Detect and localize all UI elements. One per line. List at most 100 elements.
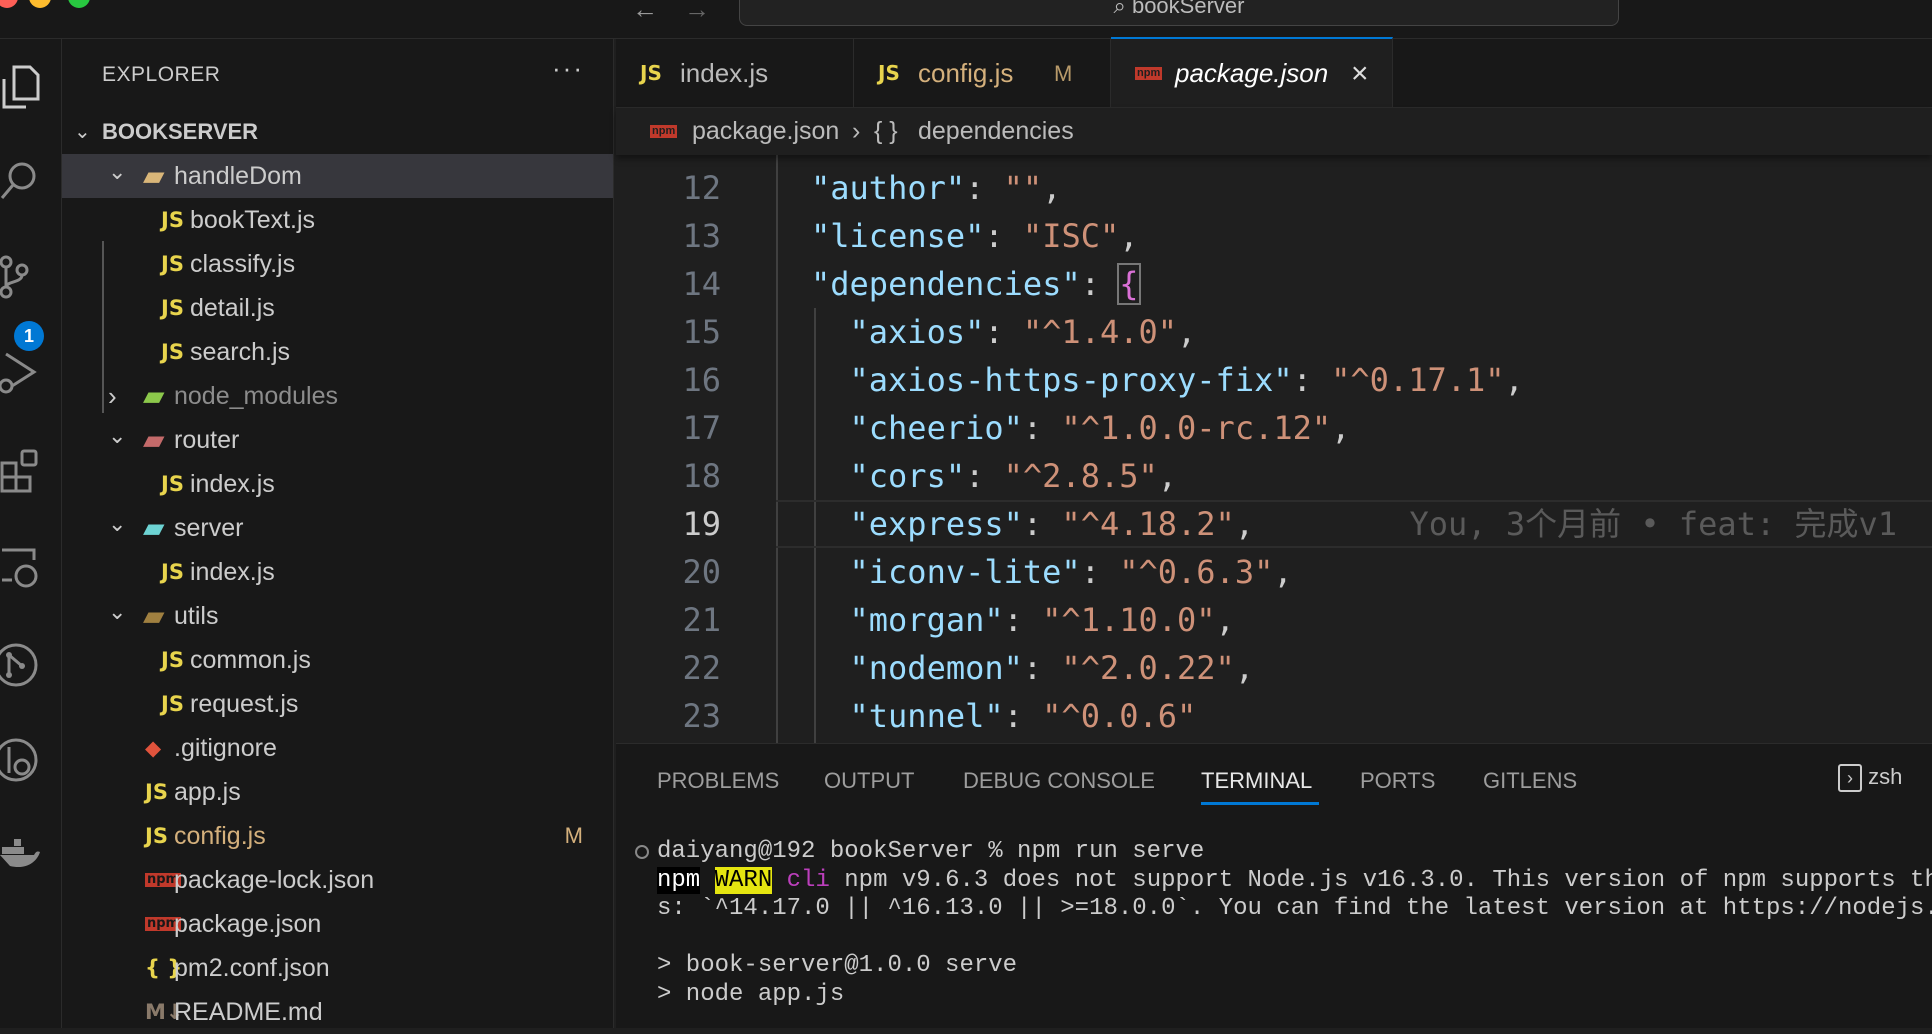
chevron-down-icon[interactable]: ⌄ (108, 502, 126, 546)
panel-tab-terminal[interactable]: TERMINAL (1201, 768, 1312, 794)
terminal-warn-line: npm WARN cli npm v9.6.3 does not support… (657, 867, 1932, 895)
tree-item[interactable]: JS detail.js (62, 286, 613, 330)
search-icon[interactable] (0, 156, 44, 206)
chevron-down-icon[interactable]: ⌄ (108, 414, 126, 458)
tree-item[interactable]: M↓ README.md (62, 990, 613, 1034)
tree-item[interactable]: { } pm2.conf.json (62, 946, 613, 990)
run-debug-icon[interactable] (0, 348, 44, 398)
activity-bar: 1 (0, 39, 62, 1028)
json-value: "^1.4.0" (1022, 313, 1178, 351)
file-name: bookText.js (190, 206, 316, 234)
editor-tabs: JS index.js JS config.js M npm package.j… (616, 37, 1932, 108)
breadcrumb-symbol[interactable]: dependencies (918, 108, 1074, 155)
file-name: detail.js (190, 294, 275, 322)
chevron-right-icon[interactable]: › (108, 374, 117, 418)
js-file-icon: JS (161, 472, 184, 496)
comma: , (1331, 409, 1351, 447)
tree-item[interactable]: JS index.js (62, 462, 613, 506)
explorer-title: EXPLORER (102, 63, 221, 86)
git-blame-annotation: You, 3个月前 • feat: 完成v1 (1409, 505, 1898, 543)
tree-item[interactable]: JS app.js (62, 770, 613, 814)
tree-item[interactable]: JS request.js (62, 682, 613, 726)
js-file-icon: JS (878, 61, 900, 85)
arrow-right-icon[interactable]: → (684, 0, 710, 25)
json-key: "tunnel" (849, 697, 1004, 735)
chevron-down-icon[interactable]: ⌄ (108, 590, 126, 634)
panel-tab-gitlens[interactable]: GITLENS (1483, 768, 1577, 794)
tree-item[interactable]: JS common.js (62, 638, 613, 682)
tree-item[interactable]: ⌄ ▰ router (62, 418, 613, 462)
modified-badge: M (1054, 61, 1073, 86)
npm-file-icon: npm (650, 125, 678, 138)
npm-tag: npm (657, 867, 701, 894)
json-value: "^0.0.6" (1042, 697, 1197, 735)
line-number: 14 (682, 265, 721, 303)
chevron-down-icon[interactable]: ⌄ (74, 119, 91, 144)
tree-item[interactable]: ◆ .gitignore (62, 726, 613, 770)
colon: : (1022, 505, 1062, 543)
title-bar: ← → ⌕ bookServer (0, 0, 1932, 39)
close-tab-icon[interactable]: × (1351, 39, 1369, 108)
tree-item[interactable]: ⌄ ▰ server (62, 506, 613, 550)
open-brace: { (1117, 263, 1141, 305)
panel-tab-ports[interactable]: PORTS (1360, 768, 1435, 794)
warn-tag: WARN (714, 867, 773, 894)
file-name: pm2.conf.json (174, 954, 330, 982)
tab-config-js[interactable]: JS config.js M (854, 39, 1111, 108)
code-line: 20 "iconv-lite": "^0.6.3", (616, 548, 1932, 596)
tree-item[interactable]: ⌄ ▰ utils (62, 594, 613, 638)
source-control-icon[interactable] (0, 252, 44, 302)
terminal-icon: › (1838, 764, 1862, 792)
tab-package-json[interactable]: npm package.json × (1111, 37, 1393, 107)
code-text: "license": "ISC", (811, 212, 1139, 260)
colon: : (1080, 553, 1120, 591)
close-window-button[interactable] (0, 0, 18, 8)
breadcrumb-file[interactable]: package.json (692, 108, 839, 155)
files-icon[interactable] (0, 61, 44, 111)
tree-item[interactable]: npm package-lock.json (62, 858, 613, 902)
code-text: "dependencies": { (811, 260, 1141, 308)
git-graph-icon[interactable] (0, 640, 44, 690)
tree-item[interactable]: ⌄ ▰ handleDom (62, 154, 613, 198)
comma: , (1273, 553, 1293, 591)
json-key: "axios-https-proxy-fix" (849, 361, 1293, 399)
tree-item[interactable]: JS search.js (62, 330, 613, 374)
docker-icon[interactable] (0, 829, 44, 879)
js-file-icon: JS (161, 340, 184, 364)
code-line: 21 "morgan": "^1.10.0", (616, 596, 1932, 644)
tab-label: index.js (680, 58, 769, 88)
tree-item[interactable]: JS bookText.js (62, 198, 613, 242)
maximize-window-button[interactable] (68, 0, 90, 8)
command-center-search[interactable]: ⌕ bookServer (739, 0, 1619, 26)
code-editor[interactable]: 12 "author": "", 13 "license": "ISC", 14 "dep… (616, 155, 1932, 743)
terminal-shell-selector[interactable]: › zsh (1838, 764, 1902, 792)
tree-item[interactable]: JS config.js M (62, 814, 613, 858)
colon: : (1022, 409, 1062, 447)
workspace-root[interactable]: BOOKSERVER (102, 119, 258, 145)
node-folder-icon: ▰ (143, 379, 165, 412)
chevron-down-icon[interactable]: ⌄ (108, 150, 126, 194)
arrow-left-icon[interactable]: ← (632, 0, 658, 25)
line-number: 21 (682, 601, 721, 639)
panel-tab-problems[interactable]: PROBLEMS (657, 768, 779, 794)
tree-item[interactable]: JS classify.js (62, 242, 613, 286)
gitlens-icon[interactable] (0, 735, 44, 785)
more-actions-button[interactable]: ··· (552, 53, 584, 84)
tree-item[interactable]: › ▰ node_modules (62, 374, 613, 418)
tab-index-js[interactable]: JS index.js (616, 39, 854, 108)
file-name: package-lock.json (174, 866, 375, 894)
remote-explorer-icon[interactable] (0, 544, 44, 594)
search-icon: ⌕ (1113, 0, 1132, 18)
code-line: 19 "express": "^4.18.2", You, 3个月前 • feat:… (616, 500, 1932, 548)
panel-tab-output[interactable]: OUTPUT (824, 768, 914, 794)
extensions-icon[interactable] (0, 445, 44, 495)
tree-item[interactable]: JS index.js (62, 550, 613, 594)
scm-badge: 1 (14, 321, 44, 351)
panel-tab-debug-console[interactable]: DEBUG CONSOLE (963, 768, 1155, 794)
js-file-icon: JS (161, 296, 184, 320)
file-name: config.js (174, 822, 266, 850)
minimize-window-button[interactable] (29, 0, 51, 8)
line-number: 19 (682, 505, 721, 543)
tree-item[interactable]: npm package.json (62, 902, 613, 946)
js-file-icon: JS (161, 208, 184, 232)
